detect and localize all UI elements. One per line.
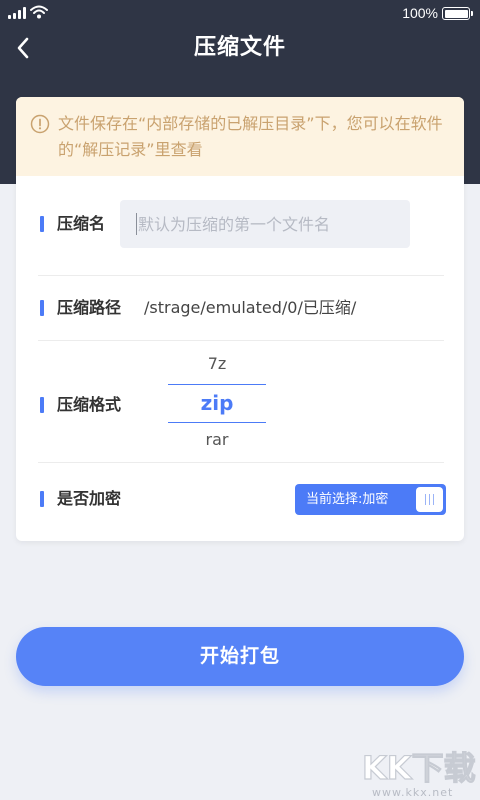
name-label: 压缩名 bbox=[40, 213, 105, 235]
page-title: 压缩文件 bbox=[193, 35, 286, 60]
notice-text: 文件保存在“内部存储的已解压目录”下，您可以在软件的“解压记录”里查看 bbox=[58, 114, 443, 159]
label-accent-bar bbox=[40, 300, 44, 316]
picker-selection-line-bottom bbox=[168, 422, 266, 423]
label-accent-bar bbox=[40, 491, 44, 507]
notice-banner: 文件保存在“内部存储的已解压目录”下，您可以在软件的“解压记录”里查看 bbox=[16, 97, 464, 176]
compress-name-input[interactable] bbox=[120, 200, 410, 248]
watermark-url: www.kkx.net bbox=[372, 786, 453, 799]
format-option-7z[interactable]: 7z bbox=[168, 353, 266, 375]
divider bbox=[38, 462, 444, 463]
encrypt-toggle-text: 当前选择:加密 bbox=[306, 492, 389, 507]
format-picker[interactable]: 7z zip rar bbox=[168, 349, 266, 461]
signal-icon bbox=[8, 7, 28, 19]
toggle-knob[interactable] bbox=[416, 487, 443, 512]
path-label: 压缩路径 bbox=[40, 297, 121, 319]
text-cursor bbox=[136, 213, 137, 235]
start-pack-button[interactable]: 开始打包 bbox=[16, 627, 464, 686]
label-accent-bar bbox=[40, 216, 44, 232]
battery-percentage: 100% bbox=[402, 5, 438, 21]
svg-text:www.kkx.net: www.kkx.net bbox=[372, 786, 453, 799]
encrypt-toggle[interactable]: 当前选择:加密 bbox=[295, 484, 446, 515]
format-option-rar[interactable]: rar bbox=[168, 429, 266, 451]
battery-icon bbox=[442, 7, 473, 20]
svg-text:KK下载: KK下载 bbox=[362, 749, 476, 786]
format-option-zip[interactable]: zip bbox=[168, 392, 266, 414]
compress-path-value: /strage/emulated/0/已压缩/ bbox=[144, 298, 357, 317]
wifi-icon bbox=[30, 5, 48, 19]
encrypt-label: 是否加密 bbox=[40, 488, 121, 510]
watermark-logo: KK下载 bbox=[361, 748, 476, 786]
label-accent-bar bbox=[40, 397, 44, 413]
divider bbox=[38, 275, 444, 276]
compress-form-card: 文件保存在“内部存储的已解压目录”下，您可以在软件的“解压记录”里查看 压缩名 … bbox=[16, 97, 464, 541]
format-label: 压缩格式 bbox=[40, 394, 121, 416]
picker-selection-line-top bbox=[168, 384, 266, 385]
info-circle-icon bbox=[30, 114, 50, 134]
status-bar: 100% bbox=[0, 0, 480, 26]
divider bbox=[38, 340, 444, 341]
